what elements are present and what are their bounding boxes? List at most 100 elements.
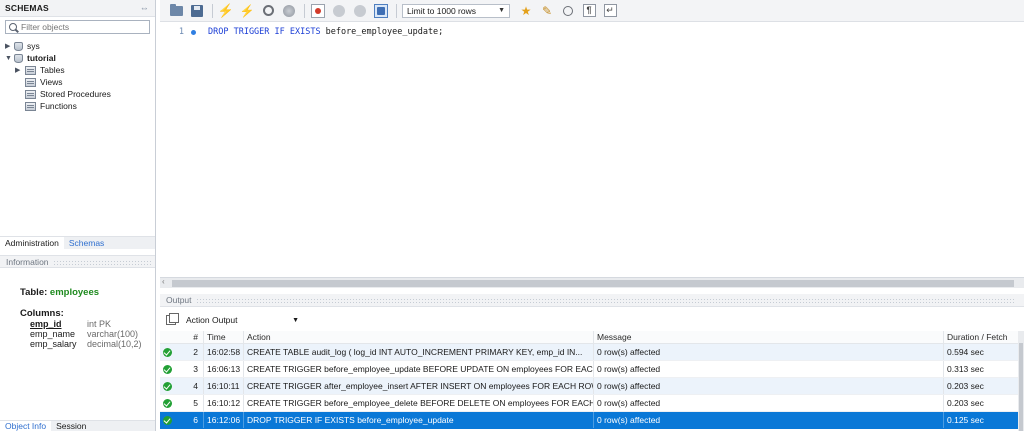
lightning-icon: ⚡ <box>217 3 235 18</box>
row-time: 16:02:58 <box>203 344 243 360</box>
column-name: emp_id <box>30 319 62 329</box>
success-check-icon <box>163 398 172 408</box>
schema-label: tutorial <box>27 53 56 63</box>
tab-administration[interactable]: Administration <box>0 237 64 249</box>
table-name: employees <box>49 287 100 298</box>
schema-label: sys <box>27 41 40 51</box>
stop-on-error-icon <box>311 3 325 18</box>
success-check-icon <box>163 364 172 374</box>
row-duration: 0.203 sec <box>943 395 1023 411</box>
tree-item-functions[interactable]: Functions <box>15 100 155 112</box>
database-icon <box>14 41 23 51</box>
row-duration: 0.313 sec <box>943 361 1023 377</box>
row-action: CREATE TABLE audit_log ( log_id INT AUTO… <box>243 344 593 360</box>
stop-icon <box>283 4 295 17</box>
schema-item-sys[interactable]: ▶ sys <box>5 40 155 52</box>
commit-button[interactable] <box>331 3 347 19</box>
output-type-select[interactable]: Action Output ▼ <box>182 313 302 327</box>
tab-object-info[interactable]: Object Info <box>0 421 52 431</box>
column-type: decimal(10,2) <box>87 339 142 349</box>
expand-arrow-icon[interactable]: ▶ <box>15 66 25 74</box>
table-row[interactable]: 3 16:06:13 CREATE TRIGGER before_employe… <box>160 361 1024 378</box>
column-row: emp_name varchar(100) <box>20 329 150 339</box>
output-toolbar: Action Output ▼ <box>160 311 1024 329</box>
scroll-left-icon[interactable]: ‹ <box>162 277 165 286</box>
table-row[interactable]: 2 16:02:58 CREATE TABLE audit_log ( log_… <box>160 344 1024 361</box>
row-message: 0 row(s) affected <box>593 344 943 360</box>
column-type: int PK <box>87 319 112 329</box>
column-header-action[interactable]: Action <box>243 331 593 343</box>
table-row[interactable]: 4 16:10:11 CREATE TRIGGER after_employee… <box>160 378 1024 395</box>
database-icon <box>14 53 23 63</box>
row-number: 6 <box>193 415 198 425</box>
rollback-button[interactable] <box>352 3 368 19</box>
information-header: Information <box>0 255 155 268</box>
word-wrap-button[interactable]: ↵ <box>602 3 618 19</box>
scrollbar-thumb[interactable] <box>1019 343 1023 431</box>
invisible-chars-button[interactable]: ¶ <box>581 3 597 19</box>
info-bottom-tabs: Object Info Session <box>0 420 155 431</box>
row-message: 0 row(s) affected <box>593 395 943 411</box>
tree-item-views[interactable]: Views <box>15 76 155 88</box>
information-title: Information <box>6 257 49 267</box>
table-info-title: Table: employees <box>20 287 150 298</box>
schema-tree: ▶ sys ▼ tutorial ▶ Tables Views Stored P… <box>0 40 155 112</box>
save-button[interactable] <box>189 3 205 19</box>
row-action: CREATE TRIGGER after_employee_insert AFT… <box>243 378 593 394</box>
table-label: Table: <box>20 287 48 298</box>
find-button[interactable] <box>560 3 576 19</box>
tree-item-label: Tables <box>40 65 65 75</box>
line-number: 1 <box>178 27 184 37</box>
output-vertical-scrollbar[interactable] <box>1018 331 1024 431</box>
tab-session[interactable]: Session <box>51 421 91 431</box>
row-action: DROP TRIGGER IF EXISTS before_employee_u… <box>243 412 593 428</box>
limit-rows-select[interactable]: Limit to 1000 rows ▼ <box>402 3 510 18</box>
schema-item-tutorial[interactable]: ▼ tutorial <box>5 52 155 64</box>
beautify-button[interactable]: ✎ <box>539 3 555 19</box>
sql-keywords: DROP TRIGGER IF EXISTS <box>208 27 321 37</box>
row-time: 16:10:11 <box>203 378 243 394</box>
expand-arrow-icon[interactable]: ▶ <box>5 42 14 50</box>
autocommit-button[interactable] <box>373 3 389 19</box>
column-header-message[interactable]: Message <box>593 331 943 343</box>
output-type-value: Action Output <box>186 315 238 325</box>
table-row-selected[interactable]: 6 16:12:06 DROP TRIGGER IF EXISTS before… <box>160 412 1024 429</box>
collapse-arrow-icon[interactable]: ▼ <box>5 55 14 62</box>
toggle-stop-on-error-button[interactable] <box>310 3 326 19</box>
row-message: 0 row(s) affected <box>593 412 943 428</box>
row-number: 3 <box>193 364 198 374</box>
column-name: emp_name <box>30 329 76 339</box>
tab-schemas[interactable]: Schemas <box>64 237 109 249</box>
stop-button[interactable] <box>281 3 297 19</box>
table-row[interactable]: 5 16:10:12 CREATE TRIGGER before_employe… <box>160 395 1024 412</box>
execute-current-button[interactable]: ⚡ <box>239 3 255 19</box>
row-message: 0 row(s) affected <box>593 378 943 394</box>
execute-button[interactable]: ⚡ <box>218 3 234 19</box>
column-header-number[interactable]: # <box>175 332 203 342</box>
column-header-time[interactable]: Time <box>203 331 243 343</box>
copy-icon[interactable] <box>166 313 179 325</box>
editor-horizontal-scrollbar[interactable]: ‹ <box>160 277 1024 288</box>
row-time: 16:10:12 <box>203 395 243 411</box>
star-icon: ★ <box>520 3 532 18</box>
row-number: 5 <box>193 398 198 408</box>
row-time: 16:12:06 <box>203 412 243 428</box>
procedures-folder-icon <box>25 89 36 99</box>
row-action: CREATE TRIGGER before_employee_delete BE… <box>243 395 593 411</box>
sql-editor[interactable]: 1 DROP TRIGGER IF EXISTS before_employee… <box>160 22 1024 277</box>
views-folder-icon <box>25 77 36 87</box>
tree-item-tables[interactable]: ▶ Tables <box>15 64 155 76</box>
open-file-button[interactable] <box>168 3 184 19</box>
success-check-icon <box>163 415 172 425</box>
filter-objects-field[interactable] <box>5 20 150 34</box>
column-header-duration[interactable]: Duration / Fetch <box>943 331 1023 343</box>
folder-icon <box>169 3 183 16</box>
commit-icon <box>333 4 345 17</box>
explain-button[interactable] <box>260 3 276 19</box>
tree-item-stored-procedures[interactable]: Stored Procedures <box>15 88 155 100</box>
filter-objects-input[interactable] <box>21 22 141 32</box>
add-snippet-button[interactable]: ★ <box>518 3 534 19</box>
sidebar-toggle-icon[interactable]: ⇔ <box>140 3 149 13</box>
row-time: 16:06:13 <box>203 361 243 377</box>
scrollbar-thumb[interactable] <box>172 280 1014 287</box>
